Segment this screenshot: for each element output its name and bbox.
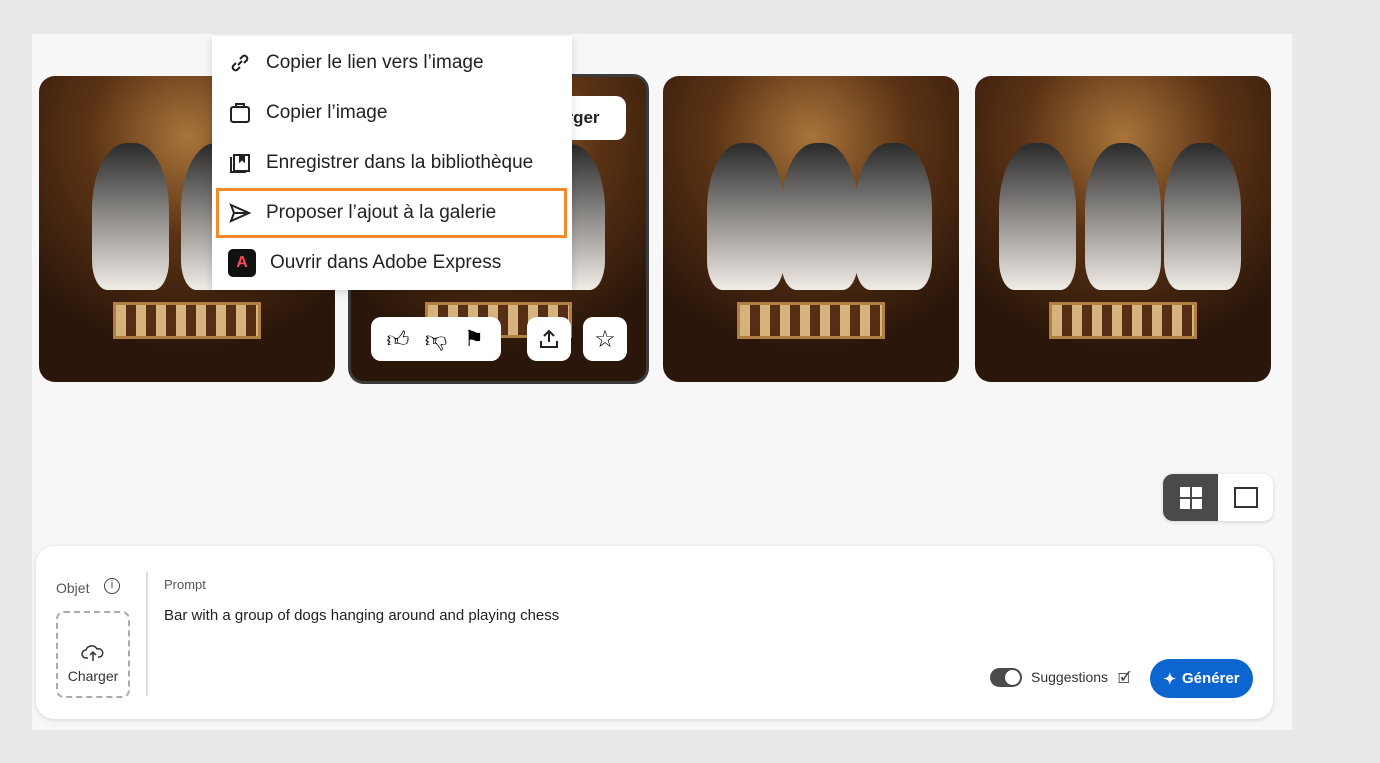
upload-object-button[interactable]: Charger xyxy=(56,611,130,698)
square-icon xyxy=(1233,486,1258,508)
menu-item-copy-link[interactable]: Copier le lien vers l’image xyxy=(212,38,572,88)
thumbs-up-icon[interactable]: 👍︎ xyxy=(386,327,410,352)
view-toggle xyxy=(1163,474,1273,521)
dog xyxy=(781,143,859,291)
prompt-input[interactable]: Bar with a group of dogs hanging around … xyxy=(164,607,559,624)
suggestions-toggle[interactable] xyxy=(990,668,1022,687)
dog xyxy=(1084,143,1162,291)
feedback-group: 👍︎ 👎︎ ⚑ xyxy=(371,317,501,361)
share-button[interactable] xyxy=(527,317,571,361)
library-icon xyxy=(228,151,252,175)
menu-item-copy-image[interactable]: Copier l’image xyxy=(212,88,572,138)
upload-label: Charger xyxy=(67,668,119,684)
send-icon xyxy=(228,201,252,225)
flag-icon[interactable]: ⚑ xyxy=(462,326,486,351)
menu-item-save-library[interactable]: Enregistrer dans la bibliothèque xyxy=(212,138,572,188)
share-icon xyxy=(537,327,561,351)
menu-item-label: Copier le lien vers l’image xyxy=(266,52,484,73)
prompt-label: Prompt xyxy=(164,577,206,592)
single-view-button[interactable] xyxy=(1218,474,1273,521)
generate-sparkle-icon: ✦ xyxy=(1163,670,1177,688)
prompt-panel: Objet i Charger Prompt Bar with a group … xyxy=(36,546,1273,719)
menu-item-label: Ouvrir dans Adobe Express xyxy=(270,252,502,273)
favorite-button[interactable]: ☆ xyxy=(583,317,627,361)
grid-view-button[interactable] xyxy=(1163,474,1218,521)
menu-item-open-adobe-express[interactable]: A Ouvrir dans Adobe Express xyxy=(212,238,572,288)
context-menu: Copier le lien vers l’image Copier l’ima… xyxy=(212,36,572,290)
menu-item-label: Proposer l’ajout à la galerie xyxy=(266,202,497,223)
divider xyxy=(146,572,148,696)
menu-item-label: Copier l’image xyxy=(266,102,388,123)
chess-board xyxy=(737,302,885,340)
clipboard-icon xyxy=(228,101,252,125)
info-icon[interactable]: i xyxy=(104,578,120,594)
dog xyxy=(707,143,785,291)
menu-item-label: Enregistrer dans la bibliothèque xyxy=(266,152,534,173)
generated-image-3[interactable] xyxy=(663,76,959,382)
dog xyxy=(855,143,933,291)
generated-image-4[interactable] xyxy=(975,76,1271,382)
generate-label: Générer xyxy=(1182,670,1240,687)
dog xyxy=(998,143,1076,291)
thumbs-down-icon[interactable]: 👎︎ xyxy=(424,327,448,352)
adobe-express-icon: A xyxy=(228,249,256,277)
grid-icon xyxy=(1179,486,1202,509)
chess-board xyxy=(1049,302,1197,340)
generate-button[interactable]: ✦ Générer xyxy=(1150,659,1253,698)
chess-board xyxy=(113,302,261,340)
text-check-icon[interactable]: 🗹 xyxy=(1118,668,1131,692)
dog xyxy=(1164,143,1242,291)
suggestions-label: Suggestions xyxy=(1031,669,1109,685)
link-icon xyxy=(228,51,252,75)
star-icon: ☆ xyxy=(594,325,616,353)
dog xyxy=(92,143,170,291)
object-label: Objet xyxy=(56,580,90,596)
menu-item-submit-gallery[interactable]: Proposer l’ajout à la galerie xyxy=(216,188,567,238)
cloud-upload-icon xyxy=(81,645,104,661)
